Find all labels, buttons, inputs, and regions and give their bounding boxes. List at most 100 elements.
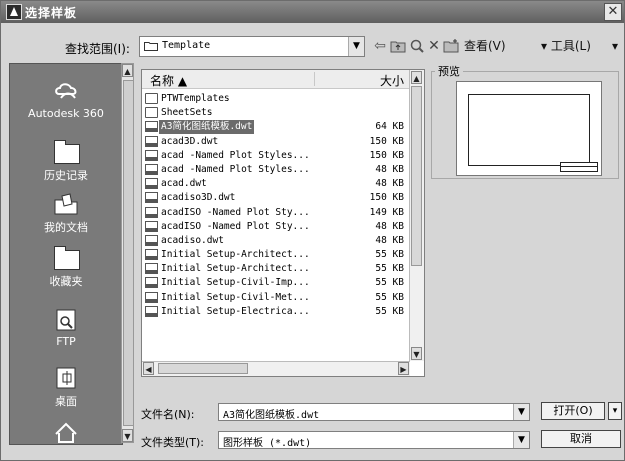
drawing-frame (468, 94, 590, 166)
cancel-button[interactable]: 取消 (541, 430, 621, 448)
folder-icon (54, 246, 80, 270)
back-arrow-icon[interactable]: ⇦ (372, 38, 388, 54)
list-item[interactable]: acadISO -Named Plot Sty... 48 KB (142, 220, 410, 234)
dialog-title: 选择样板 (25, 6, 78, 20)
place-label: 我的文档 (44, 221, 88, 234)
select-template-dialog: 选择样板 ✕ 查找范围(I): Template ▼ ⇦ ✕ 查看(V) ▾ 工… (0, 0, 625, 461)
scroll-thumb[interactable] (411, 86, 422, 266)
tools-menu[interactable]: ▾ 工具(L) (541, 36, 591, 56)
list-item-selected[interactable]: A3简化图纸模板.dwt 64 KB (142, 120, 410, 135)
list-item[interactable]: acadiso3D.dwt 150 KB (142, 191, 410, 205)
list-item[interactable]: acadiso.dwt 48 KB (142, 234, 410, 248)
list-item[interactable]: Initial Setup-Civil-Met... 55 KB (142, 291, 410, 305)
place-label: Autodesk 360 (28, 107, 104, 120)
dwt-file-icon (145, 291, 158, 303)
dwt-file-icon (145, 135, 158, 147)
list-item[interactable]: Initial Setup-Electrica... 55 KB (142, 305, 410, 319)
dwt-file-icon (145, 263, 158, 275)
lookin-dropdown[interactable]: Template ▼ (139, 36, 365, 57)
place-label: FTP (56, 335, 76, 348)
place-favorites[interactable]: 收藏夹 (10, 246, 122, 289)
file-rows: PTWTemplates SheetSets A3简化图纸模板.dwt 64 KB… (142, 92, 410, 319)
search-web-icon[interactable] (409, 38, 425, 54)
file-list[interactable]: 名称 ▲ 大小 PTWTemplates SheetSets A3简化图纸模板.… (141, 69, 425, 377)
place-partial[interactable] (10, 420, 122, 447)
dwt-file-icon (145, 178, 158, 190)
place-desktop[interactable]: 桌面 (10, 366, 122, 409)
new-folder-icon[interactable] (443, 38, 459, 54)
scroll-left-icon[interactable]: ◀ (143, 362, 154, 375)
scroll-thumb[interactable] (123, 80, 134, 426)
folder-icon (145, 107, 158, 119)
autocad-app-icon (6, 4, 22, 20)
preview-label: 预览 (435, 63, 463, 79)
filetype-value: 图形样板 (*.dwt) (223, 438, 312, 449)
chevron-down-icon[interactable]: ▼ (513, 432, 529, 448)
views-menu[interactable]: 查看(V) (464, 36, 506, 56)
place-label: 历史记录 (44, 169, 88, 182)
delete-icon[interactable]: ✕ (426, 38, 442, 54)
home-icon (55, 422, 77, 443)
documents-icon (54, 193, 78, 215)
list-item[interactable]: acad3D.dwt 150 KB (142, 135, 410, 149)
places-scrollbar[interactable]: ▲ ▼ (121, 63, 134, 443)
template-preview (456, 81, 602, 176)
scroll-down-icon[interactable]: ▼ (122, 429, 133, 442)
toolbar-overflow[interactable]: ▾ (612, 36, 618, 56)
list-item[interactable]: acad -Named Plot Styles... 150 KB (142, 149, 410, 163)
list-item[interactable]: acad -Named Plot Styles... 48 KB (142, 163, 410, 177)
filetype-label: 文件类型(T): (141, 436, 205, 449)
list-item[interactable]: acad.dwt 48 KB (142, 177, 410, 191)
dwt-file-icon (145, 121, 158, 133)
dwt-file-icon (145, 305, 158, 317)
desktop-icon (56, 367, 76, 389)
title-block (560, 162, 598, 172)
dwt-file-icon (145, 149, 158, 161)
open-options-button[interactable]: ▾ (608, 402, 622, 420)
dwt-file-icon (145, 206, 158, 218)
list-item[interactable]: acadISO -Named Plot Sty... 149 KB (142, 206, 410, 220)
filetype-select[interactable]: 图形样板 (*.dwt) ▼ (218, 431, 530, 449)
lookin-value: Template (162, 40, 211, 51)
scroll-down-icon[interactable]: ▼ (411, 347, 422, 360)
title-bar: 选择样板 ✕ (1, 1, 624, 23)
column-header-name[interactable]: 名称 ▲ (150, 72, 187, 89)
place-history[interactable]: 历史记录 (10, 140, 122, 183)
list-item[interactable]: Initial Setup-Architect... 55 KB (142, 262, 410, 276)
list-horizontal-scrollbar[interactable]: ◀ ▶ (142, 361, 410, 376)
place-my-documents[interactable]: 我的文档 (10, 192, 122, 235)
cloud-icon (55, 83, 77, 99)
close-button[interactable]: ✕ (604, 3, 622, 21)
chevron-down-icon[interactable]: ▼ (348, 37, 364, 56)
list-vertical-scrollbar[interactable]: ▲ ▼ (409, 70, 424, 361)
list-item[interactable]: SheetSets (142, 106, 410, 120)
place-autodesk-360[interactable]: Autodesk 360 (10, 80, 122, 120)
places-bar: Autodesk 360 历史记录 我的文档 收藏夹 FTP 桌面 (9, 63, 123, 445)
filename-label: 文件名(N): (141, 408, 195, 421)
dwt-file-icon (145, 277, 158, 289)
folder-icon (144, 42, 158, 51)
scroll-up-icon[interactable]: ▲ (122, 64, 133, 77)
filename-input[interactable]: A3简化图纸模板.dwt ▼ (218, 403, 530, 421)
list-header: 名称 ▲ 大小 (142, 70, 410, 89)
list-item[interactable]: Initial Setup-Architect... 55 KB (142, 248, 410, 262)
dwt-file-icon (145, 234, 158, 246)
dwt-file-icon (145, 163, 158, 175)
list-item[interactable]: PTWTemplates (142, 92, 410, 106)
place-label: 收藏夹 (49, 275, 83, 288)
dwt-file-icon (145, 220, 158, 232)
folder-icon (145, 93, 158, 104)
scroll-thumb[interactable] (158, 363, 248, 374)
scroll-right-icon[interactable]: ▶ (398, 362, 409, 375)
column-header-size[interactable]: 大小 (380, 72, 404, 89)
folder-icon (54, 140, 80, 164)
place-ftp[interactable]: FTP (10, 308, 122, 348)
filename-value: A3简化图纸模板.dwt (223, 410, 320, 421)
open-button[interactable]: 打开(O) (541, 402, 605, 420)
up-folder-icon[interactable] (390, 38, 406, 54)
chevron-down-icon[interactable]: ▼ (513, 404, 529, 420)
scroll-up-icon[interactable]: ▲ (411, 71, 422, 84)
ftp-icon (56, 309, 76, 331)
lookin-label: 查找范围(I): (65, 42, 130, 56)
list-item[interactable]: Initial Setup-Civil-Imp... 55 KB (142, 276, 410, 290)
